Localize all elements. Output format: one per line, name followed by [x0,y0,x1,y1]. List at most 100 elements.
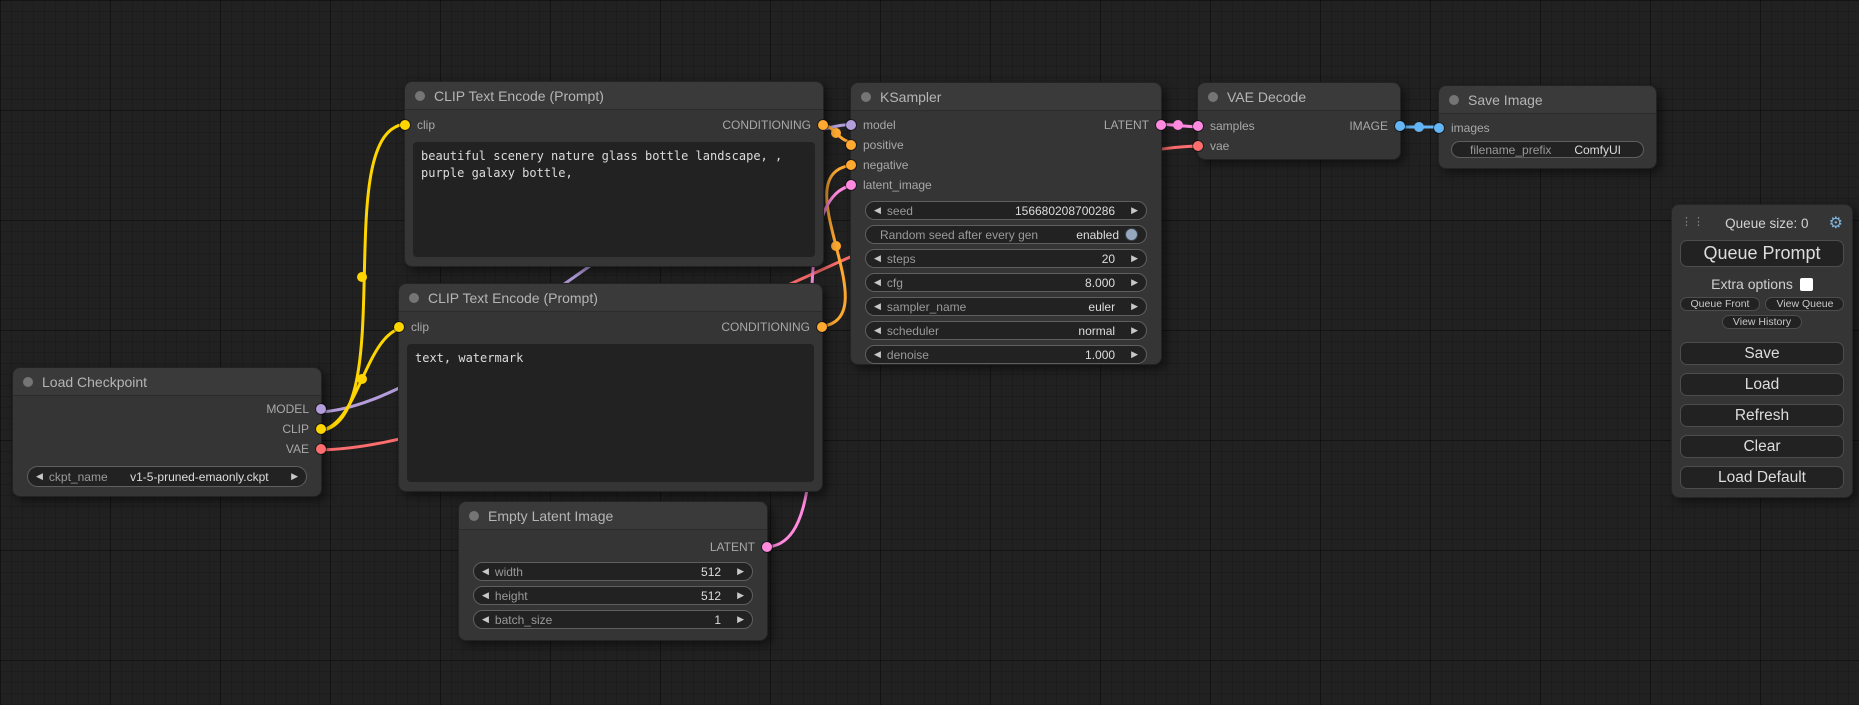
output-port-vae[interactable] [316,444,326,454]
increment-arrow-icon[interactable]: ▶ [1131,326,1138,335]
node-header[interactable]: CLIP Text Encode (Prompt) [399,284,822,312]
node-empty-latent-image[interactable]: Empty Latent Image LATENT ◀ width 512 ▶ … [458,501,768,641]
decrement-arrow-icon[interactable]: ◀ [874,302,881,311]
node-header[interactable]: CLIP Text Encode (Prompt) [405,82,823,110]
increment-arrow-icon[interactable]: ▶ [291,472,298,481]
node-header[interactable]: Save Image [1439,86,1656,114]
input-port-vae[interactable] [1193,141,1203,151]
toggle-circle-icon[interactable] [1125,228,1138,241]
input-port-images[interactable] [1434,123,1444,133]
increment-arrow-icon[interactable]: ▶ [1131,278,1138,287]
collapse-dot-icon[interactable] [1208,92,1218,102]
load-default-button[interactable]: Load Default [1680,466,1844,489]
increment-arrow-icon[interactable]: ▶ [1131,254,1138,263]
node-header[interactable]: Load Checkpoint [13,368,321,396]
widget-scheduler[interactable]: ◀ scheduler normal ▶ [865,321,1147,340]
collapse-dot-icon[interactable] [1449,95,1459,105]
link-dot[interactable] [831,241,841,251]
node-title: Load Checkpoint [42,374,147,390]
node-title: Save Image [1468,92,1543,108]
decrement-arrow-icon[interactable]: ◀ [874,326,881,335]
drag-handle-icon[interactable]: ⋮⋮ [1681,218,1705,228]
increment-arrow-icon[interactable]: ▶ [1131,350,1138,359]
widget-value[interactable]: v1-5-pruned-emaonly.ckpt [130,470,269,484]
decrement-arrow-icon[interactable]: ◀ [874,350,881,359]
link-dot[interactable] [831,128,841,138]
decrement-arrow-icon[interactable]: ◀ [874,278,881,287]
output-port-clip[interactable] [316,424,326,434]
node-vae-decode[interactable]: VAE Decode samples IMAGE vae [1197,82,1401,160]
widget-ckpt-name[interactable]: ◀ ckpt_name v1-5-pruned-emaonly.ckpt ▶ [27,466,307,487]
decrement-arrow-icon[interactable]: ◀ [874,254,881,263]
link-dot[interactable] [1173,120,1183,130]
node-ksampler[interactable]: KSampler model LATENT positive negative … [850,82,1162,365]
refresh-button[interactable]: Refresh [1680,404,1844,427]
view-queue-button[interactable]: View Queue [1765,297,1844,311]
decrement-arrow-icon[interactable]: ◀ [874,206,881,215]
output-port-model[interactable] [316,404,326,414]
node-header[interactable]: KSampler [851,83,1161,111]
widget-height[interactable]: ◀ height 512 ▶ [473,586,753,605]
node-clip-text-encode-negative[interactable]: CLIP Text Encode (Prompt) clip CONDITION… [398,283,823,492]
link-dot[interactable] [1414,122,1424,132]
increment-arrow-icon[interactable]: ▶ [737,591,744,600]
input-port-samples[interactable] [1193,121,1203,131]
widget-random-seed-toggle[interactable]: Random seed after every gen enabled [865,225,1147,244]
output-port-latent[interactable] [1156,120,1166,130]
node-load-checkpoint[interactable]: Load Checkpoint MODEL CLIP VAE ◀ ckpt_na… [12,367,322,497]
widget-batch-size[interactable]: ◀ batch_size 1 ▶ [473,610,753,629]
input-port-model[interactable] [846,120,856,130]
input-port-positive[interactable] [846,140,856,150]
extra-options-checkbox[interactable] [1800,278,1813,291]
queue-prompt-button[interactable]: Queue Prompt [1680,240,1844,267]
collapse-dot-icon[interactable] [409,293,419,303]
queue-front-button[interactable]: Queue Front [1680,297,1761,311]
input-port-clip[interactable] [394,322,404,332]
collapse-dot-icon[interactable] [415,91,425,101]
link-dot[interactable] [357,272,367,282]
collapse-dot-icon[interactable] [23,377,33,387]
node-header[interactable]: VAE Decode [1198,83,1400,111]
node-save-image[interactable]: Save Image images filename_prefix ComfyU… [1438,85,1657,169]
output-label-model: MODEL [266,402,309,416]
output-port-latent[interactable] [762,542,772,552]
collapse-dot-icon[interactable] [861,92,871,102]
widget-cfg[interactable]: ◀ cfg 8.000 ▶ [865,273,1147,292]
input-port-latent-image[interactable] [846,180,856,190]
node-clip-text-encode-positive[interactable]: CLIP Text Encode (Prompt) clip CONDITION… [404,81,824,267]
collapse-dot-icon[interactable] [469,511,479,521]
link-dot[interactable] [357,374,367,384]
input-port-negative[interactable] [846,160,856,170]
save-button[interactable]: Save [1680,342,1844,365]
prompt-textarea[interactable]: beautiful scenery nature glass bottle la… [413,142,815,257]
load-button[interactable]: Load [1680,373,1844,396]
node-header[interactable]: Empty Latent Image [459,502,767,530]
widget-sampler-name[interactable]: ◀ sampler_name euler ▶ [865,297,1147,316]
widget-filename-prefix[interactable]: filename_prefix ComfyUI [1451,141,1644,158]
output-label-conditioning: CONDITIONING [722,118,811,132]
output-port-conditioning[interactable] [817,322,827,332]
view-history-button[interactable]: View History [1722,315,1802,329]
widget-seed[interactable]: ◀ seed 156680208700286 ▶ [865,201,1147,220]
input-port-clip[interactable] [400,120,410,130]
output-label-conditioning: CONDITIONING [721,320,810,334]
increment-arrow-icon[interactable]: ▶ [737,567,744,576]
node-title: CLIP Text Encode (Prompt) [428,290,598,306]
node-graph-canvas[interactable]: Load Checkpoint MODEL CLIP VAE ◀ ckpt_na… [0,0,1859,705]
increment-arrow-icon[interactable]: ▶ [1131,302,1138,311]
increment-arrow-icon[interactable]: ▶ [1131,206,1138,215]
clear-button[interactable]: Clear [1680,435,1844,458]
widget-denoise[interactable]: ◀ denoise 1.000 ▶ [865,345,1147,364]
node-title: CLIP Text Encode (Prompt) [434,88,604,104]
widget-steps[interactable]: ◀ steps 20 ▶ [865,249,1147,268]
decrement-arrow-icon[interactable]: ◀ [482,615,489,624]
widget-width[interactable]: ◀ width 512 ▶ [473,562,753,581]
decrement-arrow-icon[interactable]: ◀ [482,567,489,576]
prompt-textarea[interactable]: text, watermark [407,344,814,482]
output-port-image[interactable] [1395,121,1405,131]
decrement-arrow-icon[interactable]: ◀ [36,472,43,481]
increment-arrow-icon[interactable]: ▶ [737,615,744,624]
decrement-arrow-icon[interactable]: ◀ [482,591,489,600]
settings-gear-icon[interactable]: ⚙ [1829,213,1843,233]
output-port-conditioning[interactable] [818,120,828,130]
